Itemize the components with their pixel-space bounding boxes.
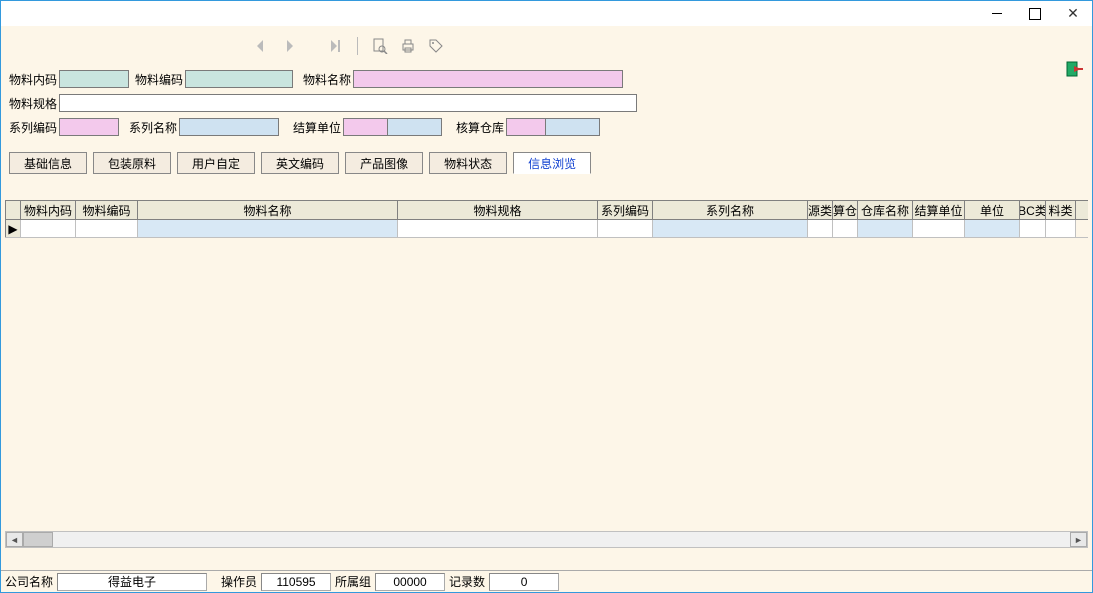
records-label: 记录数 [445,573,489,590]
series-code-label: 系列编码 [9,119,57,136]
settle-unit-input-2[interactable] [387,118,442,136]
print-icon[interactable] [398,36,418,56]
column-header[interactable]: 系列名称 [653,201,808,219]
column-header[interactable]: 结算单位 [913,201,965,219]
group-label: 所属组 [331,573,375,590]
column-header[interactable]: 仓库名称 [858,201,913,219]
material-code-label: 物料编码 [135,71,183,88]
table-row[interactable]: ▶ [5,220,1088,238]
material-spec-input[interactable] [59,94,637,112]
column-header[interactable]: BC类 [1020,201,1046,219]
cell[interactable] [858,220,913,237]
tab-material-state[interactable]: 物料状态 [429,152,507,174]
records-value: 0 [489,573,559,591]
cell[interactable] [76,220,138,237]
account-warehouse-input-1[interactable] [506,118,546,136]
cell[interactable] [965,220,1020,237]
cell[interactable] [808,220,833,237]
scroll-track[interactable] [23,532,1070,547]
cell[interactable] [913,220,965,237]
cell[interactable] [138,220,398,237]
material-inner-code-label: 物料内码 [9,71,57,88]
cell[interactable]: ▶ [5,220,21,237]
tag-icon[interactable] [426,36,446,56]
last-icon[interactable] [325,36,345,56]
material-spec-label: 物料规格 [9,95,57,112]
series-code-input[interactable] [59,118,119,136]
cell[interactable] [653,220,808,237]
horizontal-scrollbar[interactable]: ◄ ► [5,531,1088,548]
maximize-button[interactable] [1016,2,1054,26]
data-grid: 物料内码物料编码物料名称物料规格系列编码系列名称源类算仓仓库名称结算单位单位BC… [5,200,1088,548]
cell[interactable] [1020,220,1046,237]
column-header[interactable]: 物料编码 [76,201,138,219]
toolbar-separator [357,37,358,55]
settle-unit-label: 结算单位 [293,119,341,136]
titlebar: ✕ [0,0,1093,26]
column-header[interactable]: 料类 [1046,201,1076,219]
cell[interactable] [21,220,76,237]
scroll-right-button[interactable]: ► [1070,532,1087,547]
column-header[interactable]: 源类 [808,201,833,219]
operator-label: 操作员 [217,573,261,590]
minimize-button[interactable] [978,2,1016,26]
settle-unit-input-1[interactable] [343,118,388,136]
workarea: 物料内码 物料编码 物料名称 物料规格 系列编码 系列名称 结算单位 核算仓库 [0,26,1093,593]
tabs: 基础信息 包装原料 用户自定 英文编码 产品图像 物料状态 信息浏览 [1,148,1092,174]
preview-icon[interactable] [370,36,390,56]
tab-product-image[interactable]: 产品图像 [345,152,423,174]
scroll-thumb[interactable] [23,532,53,547]
column-header[interactable]: 物料内码 [21,201,76,219]
grid-header: 物料内码物料编码物料名称物料规格系列编码系列名称源类算仓仓库名称结算单位单位BC… [5,200,1088,220]
group-value: 00000 [375,573,445,591]
column-header[interactable]: 系列编码 [598,201,653,219]
cell[interactable] [598,220,653,237]
material-inner-code-input[interactable] [59,70,129,88]
company-label: 公司名称 [1,573,57,590]
company-value: 得益电子 [57,573,207,591]
series-name-input[interactable] [179,118,279,136]
prev-icon[interactable] [251,36,271,56]
series-name-label: 系列名称 [129,119,177,136]
tab-user-defined[interactable]: 用户自定 [177,152,255,174]
material-code-input[interactable] [185,70,293,88]
toolbar [1,26,1092,66]
form-area: 物料内码 物料编码 物料名称 物料规格 系列编码 系列名称 结算单位 核算仓库 [1,66,1092,148]
exit-icon[interactable] [1066,60,1086,80]
column-header[interactable]: 物料名称 [138,201,398,219]
close-button[interactable]: ✕ [1054,2,1092,26]
column-header[interactable]: 单位 [965,201,1020,219]
material-name-input[interactable] [353,70,623,88]
column-header[interactable] [5,201,21,219]
account-warehouse-label: 核算仓库 [456,119,504,136]
cell[interactable] [1046,220,1076,237]
cell[interactable] [833,220,858,237]
operator-value: 110595 [261,573,331,591]
scroll-left-button[interactable]: ◄ [6,532,23,547]
tab-info-browse[interactable]: 信息浏览 [513,152,591,174]
status-bar: 公司名称 得益电子 操作员 110595 所属组 00000 记录数 0 [1,570,1092,592]
tab-basic-info[interactable]: 基础信息 [9,152,87,174]
cell[interactable] [398,220,598,237]
tab-packaging[interactable]: 包装原料 [93,152,171,174]
account-warehouse-input-2[interactable] [545,118,600,136]
column-header[interactable]: 物料规格 [398,201,598,219]
tab-english-code[interactable]: 英文编码 [261,152,339,174]
next-icon[interactable] [279,36,299,56]
column-header[interactable]: 算仓 [833,201,858,219]
material-name-label: 物料名称 [303,71,351,88]
